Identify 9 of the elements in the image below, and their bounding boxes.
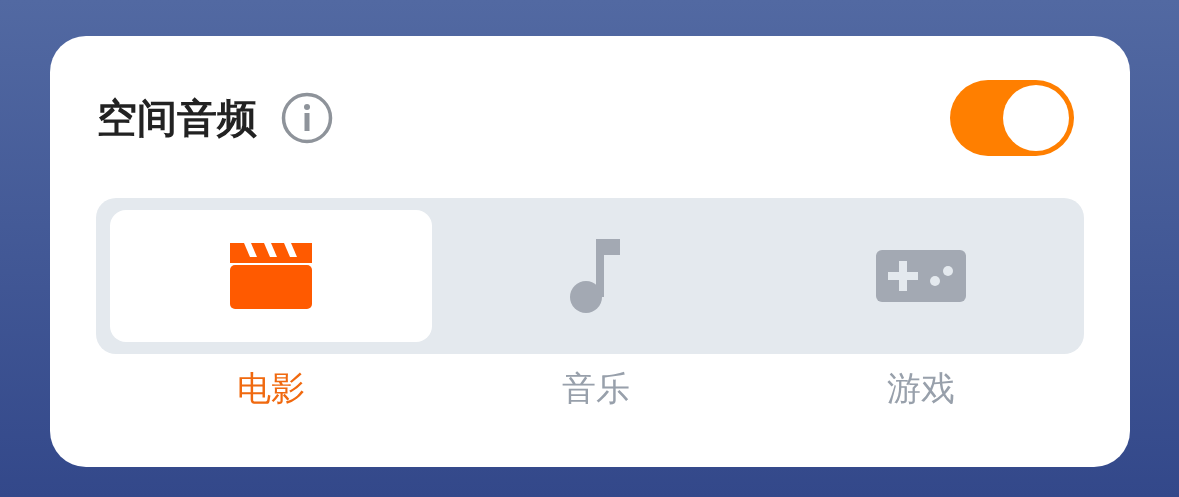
mode-label: 音乐 [562,368,630,408]
mode-label: 电影 [236,368,305,408]
info-icon[interactable] [281,92,333,144]
music-note-icon [570,239,622,313]
gamepad-icon [876,250,967,302]
card-title: 空间音频 [97,94,257,142]
mode-tab[interactable] [109,210,432,342]
clapperboard-icon [229,243,312,309]
mode-label: 游戏 [887,368,956,408]
